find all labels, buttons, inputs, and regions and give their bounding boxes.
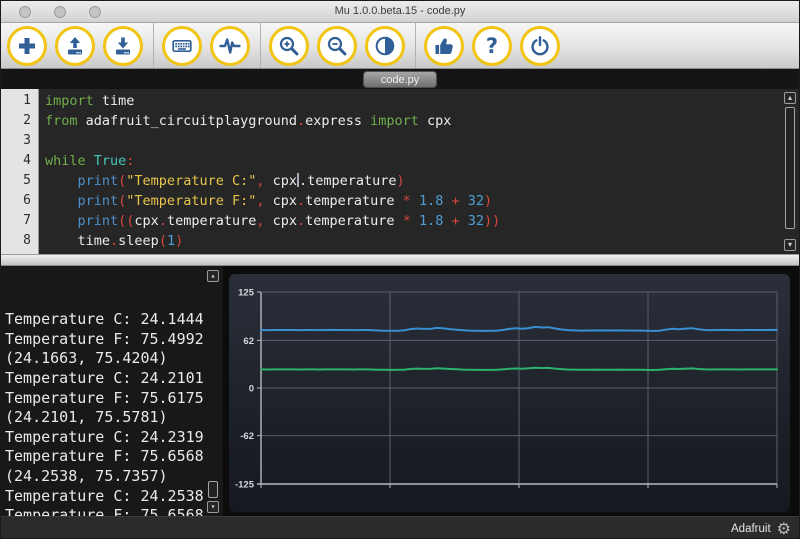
line-number: 2 (1, 111, 31, 131)
editor-scroll-down-button[interactable]: ▾ (784, 239, 796, 251)
serial-console[interactable]: Temperature C: 24.1444Temperature F: 75.… (1, 266, 223, 516)
plotter-panel: 125 62 0 -62 -125 (229, 274, 790, 512)
mu-window: Mu 1.0.0.beta.15 - code.py ? code.py 123… (0, 0, 800, 539)
maximize-window-button[interactable] (89, 6, 101, 18)
console-line: Temperature F: 75.6568 (5, 447, 223, 467)
splitter-handle[interactable] (1, 254, 799, 266)
repl-button[interactable] (162, 26, 202, 66)
toolbar-separator (153, 23, 154, 68)
console-line: Temperature C: 24.2538 (5, 487, 223, 507)
minimize-window-button[interactable] (54, 6, 66, 18)
zoom-in-button[interactable] (269, 26, 309, 66)
console-line: Temperature C: 24.1444 (5, 310, 223, 330)
line-number: 1 (1, 91, 31, 111)
window-title: Mu 1.0.0.beta.15 - code.py (1, 1, 799, 22)
download-icon (111, 34, 135, 58)
code-line: while True: (45, 151, 799, 171)
new-button[interactable] (7, 26, 47, 66)
console-line: Temperature F: 75.4992 (5, 330, 223, 350)
console-line: (24.2538, 75.7357) (5, 467, 223, 487)
bottom-panes: Temperature C: 24.1444Temperature F: 75.… (1, 266, 799, 516)
console-line: Temperature F: 75.6568 (5, 506, 223, 516)
upload-icon (63, 34, 87, 58)
code-line: from adafruit_circuitplayground.express … (45, 111, 799, 131)
console-line: Temperature C: 24.2101 (5, 369, 223, 389)
titlebar: Mu 1.0.0.beta.15 - code.py (1, 1, 799, 23)
status-bar: Adafruit ⚙ (1, 516, 799, 539)
contrast-icon (373, 34, 397, 58)
toolbar-separator (260, 23, 261, 68)
plotter-button[interactable] (210, 26, 250, 66)
code-line: import time (45, 91, 799, 111)
console-line: (24.1663, 75.4204) (5, 349, 223, 369)
gear-icon[interactable]: ⚙ (777, 521, 791, 537)
code-line: print("Temperature C:", cpx.temperature) (45, 171, 799, 191)
magnifier-minus-icon (325, 34, 349, 58)
code-line (45, 131, 799, 151)
svg-text:62: 62 (243, 336, 254, 347)
save-button[interactable] (103, 26, 143, 66)
check-button[interactable] (424, 26, 464, 66)
tab-bar: code.py (1, 69, 799, 89)
code-line: print((cpx.temperature, cpx.temperature … (45, 211, 799, 231)
keyboard-icon (169, 34, 195, 58)
zoom-out-button[interactable] (317, 26, 357, 66)
plotter-pane: 125 62 0 -62 -125 (223, 266, 799, 516)
line-number: 3 (1, 131, 31, 151)
line-number: 6 (1, 191, 31, 211)
editor-scroll-up-button[interactable]: ▴ (784, 92, 796, 104)
svg-text:125: 125 (238, 288, 255, 299)
traffic-lights (19, 6, 101, 18)
help-button[interactable]: ? (472, 26, 512, 66)
quit-button[interactable] (520, 26, 560, 66)
toolbar-separator (415, 23, 416, 68)
question-icon: ? (486, 34, 498, 58)
magnifier-plus-icon (277, 34, 301, 58)
toolbar: ? (1, 23, 799, 69)
console-line: Temperature C: 24.2319 (5, 428, 223, 448)
console-scroll-up-button[interactable]: ▴ (207, 270, 219, 282)
line-number: 8 (1, 231, 31, 251)
power-icon (528, 34, 552, 58)
editor-scrollbar-thumb[interactable] (785, 107, 795, 229)
code-line: print("Temperature F:", cpx.temperature … (45, 191, 799, 211)
load-button[interactable] (55, 26, 95, 66)
temperature-plot: 125 62 0 -62 -125 (229, 274, 790, 512)
tab-code-py[interactable]: code.py (363, 71, 438, 88)
close-window-button[interactable] (19, 6, 31, 18)
theme-button[interactable] (365, 26, 405, 66)
plus-icon (15, 34, 39, 58)
status-brand-label: Adafruit (731, 523, 771, 535)
line-number: 5 (1, 171, 31, 191)
code-text-area[interactable]: import timefrom adafruit_circuitplaygrou… (39, 89, 799, 254)
console-line: (24.2101, 75.5781) (5, 408, 223, 428)
svg-text:0: 0 (249, 384, 254, 395)
code-editor[interactable]: 12345678 import timefrom adafruit_circui… (1, 89, 799, 254)
console-line: Temperature F: 75.6175 (5, 389, 223, 409)
line-number: 7 (1, 211, 31, 231)
waveform-icon (217, 34, 243, 58)
line-number: 4 (1, 151, 31, 171)
console-scroll-down-button[interactable]: ▾ (207, 501, 219, 513)
svg-text:-62: -62 (240, 431, 254, 442)
console-output: Temperature C: 24.1444Temperature F: 75.… (5, 310, 223, 516)
thumbs-up-icon (432, 34, 456, 58)
svg-text:-125: -125 (235, 480, 255, 491)
console-scrollbar-thumb[interactable] (208, 481, 218, 498)
code-line: time.sleep(1) (45, 231, 799, 251)
line-number-gutter: 12345678 (1, 89, 39, 254)
